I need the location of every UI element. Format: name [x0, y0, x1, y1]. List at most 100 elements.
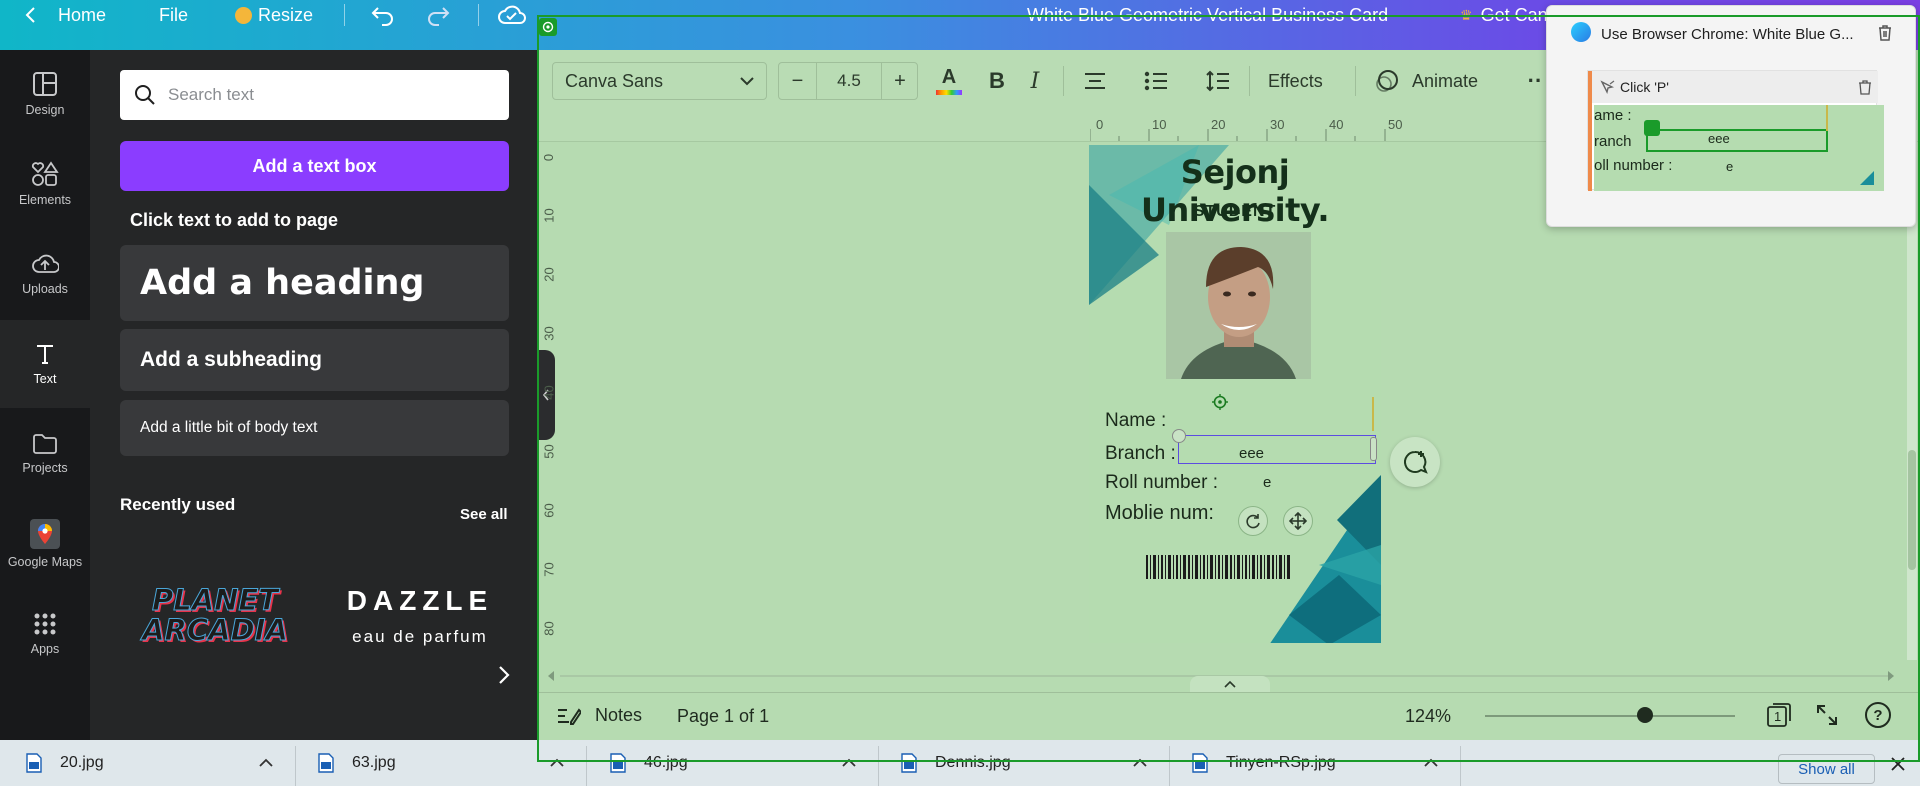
chevron-right-icon[interactable]	[497, 664, 511, 686]
branch-value[interactable]: eee	[1239, 445, 1264, 462]
ruler-label: 70	[541, 562, 557, 577]
help-button[interactable]: ?	[1865, 702, 1891, 728]
fullscreen-icon[interactable]	[1815, 703, 1839, 727]
list-button[interactable]	[1141, 64, 1171, 98]
download-item[interactable]: Tinyen-RSp.jpg	[1192, 740, 1336, 786]
download-item[interactable]: Dennis.jpg	[901, 740, 1011, 786]
close-downloads-button[interactable]	[1888, 752, 1908, 776]
notes-button[interactable]: Notes	[557, 705, 642, 726]
card-role[interactable]: STUDENT	[1089, 203, 1381, 221]
thumb-corner-shape	[1860, 171, 1874, 185]
rail-item-elements[interactable]: Elements	[0, 140, 90, 228]
rail-label: Design	[25, 103, 65, 117]
branch-selection-box[interactable]	[1178, 435, 1376, 464]
text-color-icon: A	[941, 66, 957, 88]
trash-icon[interactable]	[1877, 24, 1893, 42]
business-card-page[interactable]: Sejonj University. STUDENT Name : Branch…	[1089, 145, 1381, 643]
branch-label[interactable]: Branch :	[1105, 443, 1176, 465]
rail-item-google-maps[interactable]: Google Maps	[0, 500, 90, 588]
zoom-level[interactable]: 124%	[1405, 706, 1451, 727]
page-count-button[interactable]: 1	[1765, 701, 1793, 729]
rotate-button[interactable]	[1238, 506, 1268, 536]
add-comment-button[interactable]	[1390, 437, 1440, 487]
add-body-text-button[interactable]: Add a little bit of body text	[120, 400, 509, 456]
show-all-downloads-button[interactable]: Show all	[1778, 754, 1875, 784]
popup-title: Use Browser Chrome: White Blue G...	[1601, 26, 1854, 43]
google-maps-icon	[30, 519, 60, 549]
left-rail: Design Elements Uploads Text Projects Go…	[0, 50, 90, 740]
rail-item-text[interactable]: Text	[0, 320, 90, 408]
roll-number-value[interactable]: e	[1263, 474, 1271, 491]
spacing-button[interactable]	[1203, 64, 1233, 98]
thumb-name-label: ame :	[1594, 107, 1632, 124]
chevron-up-icon[interactable]	[1133, 758, 1147, 767]
get-canva-pro-button[interactable]: ♛ Get Can	[1460, 0, 1548, 30]
increase-size-button[interactable]: +	[881, 63, 918, 99]
bold-button[interactable]: B	[982, 64, 1012, 98]
decrease-size-button[interactable]: −	[779, 63, 817, 99]
vertical-scrollbar-thumb[interactable]	[1908, 450, 1916, 570]
download-item[interactable]: 20.jpg	[26, 740, 104, 786]
rail-item-apps[interactable]: Apps	[0, 590, 90, 678]
zoom-slider-thumb[interactable]	[1637, 707, 1653, 723]
download-item[interactable]: 63.jpg	[318, 740, 396, 786]
back-button[interactable]: Home	[24, 0, 106, 30]
see-all-link[interactable]: See all	[460, 506, 508, 523]
resize-button[interactable]: Resize	[235, 0, 313, 30]
redo-button[interactable]	[425, 0, 451, 30]
font-preset-dazzle[interactable]: DAZZLE eau de parfum	[340, 585, 500, 655]
ruler-label: 50	[541, 444, 557, 459]
chevron-up-icon[interactable]	[1424, 758, 1438, 767]
step-label: Click 'P'	[1620, 79, 1669, 95]
chevron-up-icon[interactable]	[842, 758, 856, 767]
italic-button[interactable]: I	[1020, 64, 1050, 98]
rail-item-projects[interactable]: Projects	[0, 410, 90, 498]
align-center-button[interactable]	[1080, 64, 1110, 98]
rail-label: Uploads	[22, 282, 68, 296]
undo-button[interactable]	[370, 0, 396, 30]
resize-handle[interactable]	[1370, 437, 1377, 461]
search-text-field[interactable]: Search text	[120, 70, 509, 120]
undo-icon	[371, 7, 393, 26]
more-options-button[interactable]: ··	[1525, 64, 1545, 98]
add-heading-button[interactable]: Add a heading	[120, 245, 509, 321]
chevron-up-icon[interactable]	[259, 758, 273, 767]
step-card[interactable]: Click 'P' ame : ranch eee oll number : e	[1587, 70, 1884, 191]
file-menu[interactable]: File	[159, 0, 188, 30]
download-item[interactable]: 46.jpg	[610, 740, 688, 786]
page-indicator[interactable]: Page 1 of 1	[677, 706, 769, 727]
rail-item-design[interactable]: Design	[0, 50, 90, 138]
trash-icon[interactable]	[1858, 80, 1872, 95]
font-size-input[interactable]: 4.5	[817, 63, 881, 99]
font-family-select[interactable]: Canva Sans	[552, 62, 767, 100]
show-pages-handle[interactable]	[1190, 676, 1270, 692]
font-preset-planet-arcadia[interactable]: PLANET ARCADIA PLANET ARCADIA	[140, 585, 290, 649]
roll-number-label[interactable]: Roll number :	[1105, 472, 1218, 494]
cloud-save-status[interactable]	[497, 0, 527, 30]
ruler-label: 40	[1329, 117, 1344, 132]
add-subheading-button[interactable]: Add a subheading	[120, 329, 509, 391]
rail-item-uploads[interactable]: Uploads	[0, 230, 90, 318]
name-label[interactable]: Name :	[1105, 410, 1166, 432]
effects-button[interactable]: Effects	[1268, 64, 1323, 98]
search-placeholder: Search text	[168, 85, 254, 104]
scroll-left-icon[interactable]	[546, 670, 556, 682]
add-text-box-button[interactable]: Add a text box	[120, 141, 509, 191]
animate-button[interactable]: Animate	[1374, 64, 1478, 98]
scroll-right-icon[interactable]	[1886, 670, 1896, 682]
barcode-image[interactable]	[1146, 555, 1291, 579]
chevron-up-icon[interactable]	[550, 758, 564, 767]
zoom-slider-track[interactable]	[1485, 715, 1735, 717]
align-center-icon	[1085, 73, 1105, 89]
home-label[interactable]: Home	[58, 5, 106, 26]
text-color-button[interactable]: A	[934, 64, 964, 98]
resize-handle[interactable]	[1172, 429, 1186, 443]
planet-arcadia-text: PLANET ARCADIA	[142, 583, 289, 647]
ruler-label: 0	[541, 153, 557, 162]
document-title[interactable]: White Blue Geometric Vertical Business C…	[1027, 0, 1388, 30]
crown-icon: ♛	[1460, 6, 1473, 23]
student-photo[interactable]	[1166, 232, 1311, 379]
mobile-number-label[interactable]: Moblie num:	[1105, 502, 1214, 525]
move-button[interactable]	[1283, 506, 1313, 536]
ruler-label: 80	[541, 621, 557, 636]
